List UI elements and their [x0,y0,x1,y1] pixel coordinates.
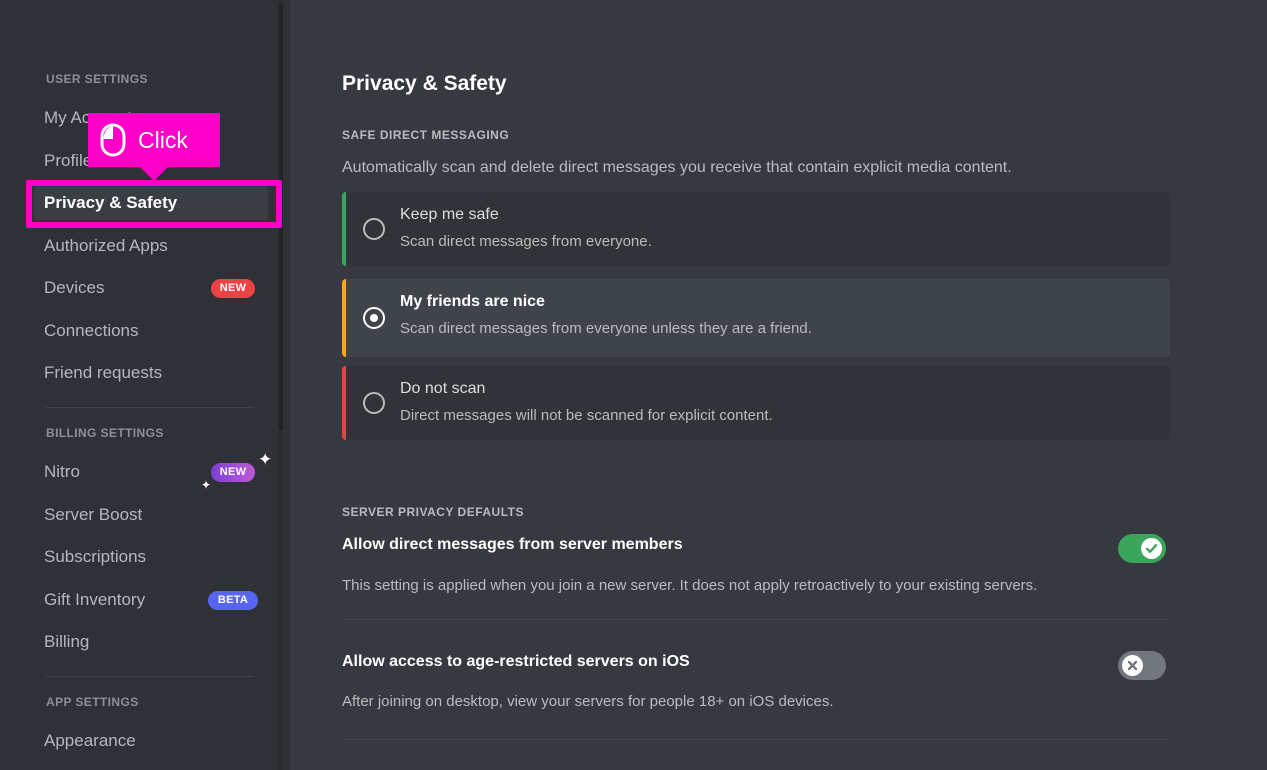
click-annotation-tail [140,167,168,181]
sidebar-item-friend-requests[interactable]: Friend requests [34,356,268,390]
option-accent-bar [342,192,346,266]
sidebar-item-label: Billing [44,632,90,651]
sidebar-item-label: Gift Inventory [44,589,146,609]
safe-dm-section-description: Automatically scan and delete direct mes… [342,159,1012,176]
radio-button[interactable] [363,218,385,240]
sidebar-item-label: Connections [44,320,139,340]
sidebar-group-header: USER SETTINGS [46,72,148,86]
click-annotation-label: Click [138,126,188,153]
sidebar-item-privacy-safety[interactable]: Privacy & Safety [34,186,268,220]
safe-dm-option-2[interactable]: Do not scan Direct messages will not be s… [342,366,1170,440]
settings-window: USER SETTINGSMy AccountProfilesPrivacy &… [0,0,1267,770]
radio-button[interactable] [363,307,385,329]
option-accent-bar [342,366,346,440]
sidebar-item-label: Server Boost [44,504,143,524]
mouse-left-click-icon [100,123,126,157]
server-privacy-section-label: SERVER PRIVACY DEFAULTS [342,505,524,519]
sidebar-group-header: APP SETTINGS [46,695,139,709]
sidebar-badge-beta: BETA [208,590,258,610]
radio-button[interactable] [363,392,385,414]
safe-dm-option-1[interactable]: My friends are nice Scan direct messages … [342,279,1170,357]
sidebar-item-label: Privacy & Safety [44,193,178,212]
settings-content: Privacy & Safety SAFE DIRECT MESSAGING A… [290,0,1267,770]
option-title: Keep me safe [400,206,499,223]
x-icon [1127,660,1138,671]
click-annotation-bubble: Click [88,113,220,167]
sidebar-item-label: Appearance [44,731,136,750]
sidebar-item-appearance[interactable]: Appearance [34,724,268,758]
sidebar-divider [46,676,254,677]
setting-description: After joining on desktop, view your serv… [342,693,834,710]
check-icon [1145,544,1158,553]
safe-dm-option-0[interactable]: Keep me safe Scan direct messages from ev… [342,192,1170,266]
sidebar-badge-new: NEW [211,463,255,482]
divider-bottom [342,739,1170,740]
sidebar-badge-new: NEW [211,279,255,298]
setting-title: Allow direct messages from server member… [342,536,683,553]
sidebar-scrollbar-thumb[interactable] [279,4,283,430]
setting-toggle[interactable] [1118,534,1166,563]
radio-selected-dot [370,314,378,322]
option-accent-bar [342,279,346,357]
sidebar-item-billing[interactable]: Billing [34,625,268,659]
divider [342,619,1170,620]
setting-title: Allow access to age-restricted servers o… [342,653,690,670]
option-title: Do not scan [400,380,486,397]
sidebar-group-header: BILLING SETTINGS [46,426,164,440]
sidebar-item-label: Authorized Apps [44,235,168,255]
sidebar-item-authorized-apps[interactable]: Authorized Apps [34,229,268,263]
sidebar-divider [46,407,254,408]
option-subtitle: Direct messages will not be scanned for … [400,407,773,424]
option-title: My friends are nice [400,293,545,310]
toggle-knob [1122,655,1143,676]
option-subtitle: Scan direct messages from everyone. [400,233,652,250]
sidebar-item-label: Friend requests [44,363,163,382]
setting-description: This setting is applied when you join a … [342,577,1038,594]
option-subtitle: Scan direct messages from everyone unles… [400,320,812,337]
sidebar-item-subscriptions[interactable]: Subscriptions [34,540,268,574]
sidebar-item-connections[interactable]: Connections [34,314,268,348]
toggle-knob [1141,538,1162,559]
sidebar-item-label: Devices [44,278,105,297]
sidebar-item-label: Subscriptions [44,547,147,566]
safe-dm-section-label: SAFE DIRECT MESSAGING [342,128,510,142]
setting-toggle[interactable] [1118,651,1166,680]
sidebar-item-label: Nitro [44,462,80,481]
page-title: Privacy & Safety [342,72,507,95]
sidebar-item-server-boost[interactable]: Server Boost [34,498,268,532]
